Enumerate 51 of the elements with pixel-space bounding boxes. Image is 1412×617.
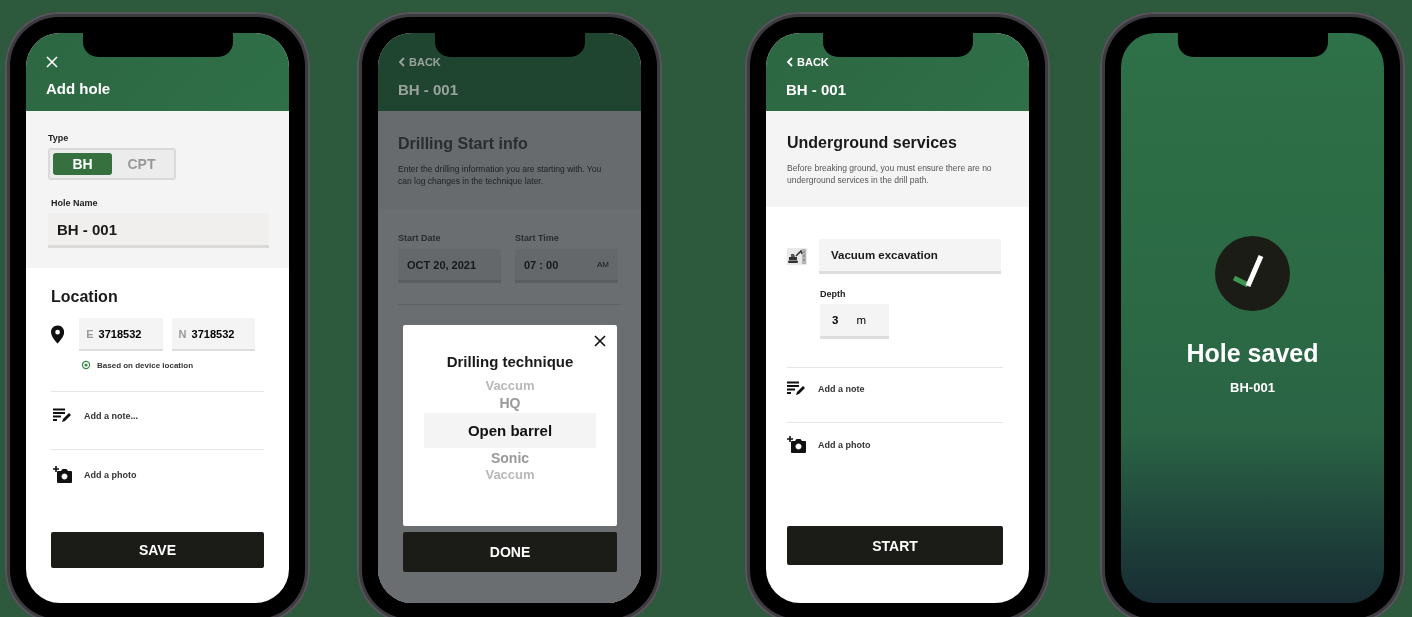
close-icon[interactable] bbox=[594, 335, 606, 347]
add-photo-link[interactable]: Add a photo bbox=[818, 439, 871, 450]
field-prefix: N bbox=[178, 327, 187, 340]
depth-value: 3 bbox=[832, 314, 839, 326]
location-hint: Based on device location bbox=[97, 360, 194, 370]
northing-field[interactable]: N 3718532 bbox=[171, 318, 255, 351]
method-field[interactable]: Vacuum excavation bbox=[819, 239, 1001, 274]
hole-id-label: BH-001 bbox=[1230, 380, 1275, 395]
target-icon bbox=[81, 360, 91, 370]
back-link[interactable]: BACK bbox=[786, 56, 829, 68]
save-button[interactable]: SAVE bbox=[51, 532, 264, 568]
unit-label: m bbox=[856, 314, 866, 326]
field-value: 3718532 bbox=[98, 327, 142, 340]
easting-field[interactable]: E 3718532 bbox=[79, 318, 163, 351]
checkmark-circle-icon bbox=[1215, 236, 1290, 311]
field-value: 3718532 bbox=[191, 327, 235, 340]
location-pin-icon bbox=[51, 325, 65, 344]
chevron-left-icon bbox=[786, 57, 793, 67]
success-title: Hole saved bbox=[1186, 339, 1319, 368]
section-description: Before breaking ground, you must ensure there are no underground services in the drill path. bbox=[787, 162, 993, 186]
chevron-left-icon bbox=[398, 57, 405, 67]
field-label: Type bbox=[48, 133, 70, 143]
done-button[interactable]: DONE bbox=[403, 532, 617, 572]
time-value: 07 : 00 bbox=[524, 258, 559, 271]
excavator-icon bbox=[787, 248, 807, 265]
screen-title: BH - 001 bbox=[786, 81, 848, 98]
screen-title: BH - 001 bbox=[398, 81, 460, 98]
add-photo-icon[interactable] bbox=[787, 436, 806, 453]
add-note-link[interactable]: Add a note... bbox=[84, 410, 138, 421]
field-label: Depth bbox=[820, 289, 847, 299]
field-label: Start Date bbox=[398, 233, 442, 243]
section-title: Drilling Start info bbox=[398, 135, 529, 153]
note-edit-icon[interactable] bbox=[53, 408, 72, 423]
section-title: Location bbox=[51, 288, 119, 306]
add-note-link[interactable]: Add a note bbox=[818, 383, 865, 394]
field-label: Hole Name bbox=[51, 198, 99, 208]
start-button[interactable]: START bbox=[787, 526, 1003, 565]
hole-name-field[interactable]: BH - 001 bbox=[48, 213, 269, 248]
picker-option[interactable]: Open barrel bbox=[424, 413, 596, 448]
back-link[interactable]: BACK bbox=[398, 56, 441, 68]
dialog-title: Drilling technique bbox=[446, 353, 574, 370]
field-prefix: E bbox=[86, 327, 94, 340]
add-photo-link[interactable]: Add a photo bbox=[84, 469, 137, 480]
add-photo-icon[interactable] bbox=[53, 466, 72, 483]
field-label: Start Time bbox=[515, 233, 560, 243]
screen-title: Add hole bbox=[46, 80, 112, 97]
note-edit-icon[interactable] bbox=[787, 381, 806, 396]
type-option[interactable]: BH bbox=[53, 153, 112, 175]
depth-field[interactable]: 3 m bbox=[820, 304, 889, 339]
section-title: Underground services bbox=[787, 134, 958, 152]
am-pm-label: AM bbox=[597, 260, 609, 269]
